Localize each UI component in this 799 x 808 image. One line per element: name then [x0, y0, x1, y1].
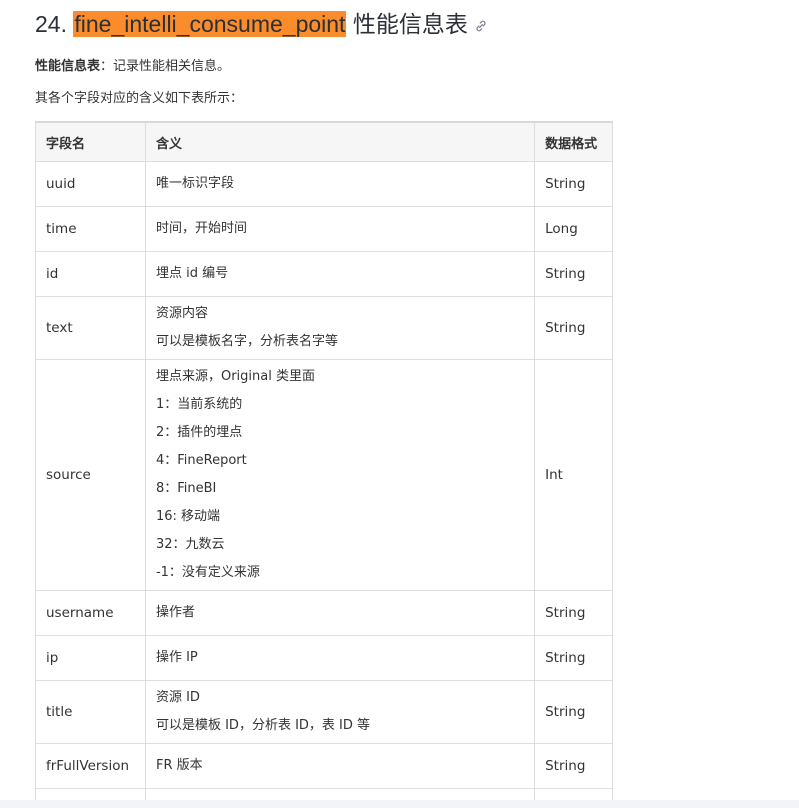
meaning-line: 1：当前系统的 — [155, 397, 243, 412]
meaning-line: 资源内容 — [155, 306, 208, 321]
meaning-line: 埋点来源，Original 类里面 — [155, 369, 315, 384]
field-name-cell: id — [35, 251, 146, 297]
table-row: uuid 唯一标识字段 String — [35, 161, 613, 207]
field-name-cell: title — [35, 680, 146, 744]
data-format-cell: String — [534, 296, 613, 360]
field-name-cell: uuid — [35, 161, 146, 207]
field-name-cell: ip — [35, 635, 146, 681]
meaning-line: 埋点 id 编号 — [155, 266, 229, 281]
data-format-cell: String — [534, 743, 613, 789]
fields-table: 字段名 含义 数据格式 uuid 唯一标识字段 String time 时间，开始时间 L… — [35, 121, 613, 808]
data-format-cell: String — [534, 590, 613, 636]
intro-bold: 性能信息表 — [35, 59, 101, 74]
field-name-cell: username — [35, 590, 146, 636]
meaning-cell: 资源内容可以是模板名字，分析表名字等 — [144, 296, 536, 360]
table-name-highlight: fine_intelli_consume_point — [73, 11, 347, 37]
table-row: username 操作者 String — [35, 590, 613, 636]
meaning-line: 2：插件的埋点 — [155, 425, 243, 440]
meaning-line: 操作 IP — [155, 650, 198, 665]
meaning-line: 时间，开始时间 — [155, 221, 247, 236]
header-meaning: 含义 — [144, 121, 536, 162]
section-heading: 24. fine_intelli_consume_point 性能信息表 — [35, 8, 488, 40]
table-header-row: 字段名 含义 数据格式 — [35, 121, 613, 162]
table-row: frFullVersion FR 版本 String — [35, 743, 613, 789]
meaning-line: 唯一标识字段 — [155, 176, 234, 191]
data-format-cell: String — [534, 251, 613, 297]
meaning-line: 4：FineReport — [155, 453, 247, 468]
header-field-name: 字段名 — [35, 121, 146, 162]
meaning-line: -1：没有定义来源 — [155, 565, 260, 580]
meaning-cell: FR 版本 — [144, 743, 536, 789]
meaning-line: 可以是模板名字，分析表名字等 — [155, 334, 338, 349]
meaning-cell: 操作 IP — [144, 635, 536, 681]
table-row: id 埋点 id 编号 String — [35, 251, 613, 297]
data-format-cell: String — [534, 161, 613, 207]
meaning-line: 资源 ID — [155, 690, 200, 705]
bottom-scroll-strip — [0, 800, 799, 808]
meaning-cell: 操作者 — [144, 590, 536, 636]
meaning-line: 32：九数云 — [155, 537, 225, 552]
data-format-cell: Long — [534, 206, 613, 252]
meaning-line: 16: 移动端 — [155, 509, 221, 524]
table-row: source 埋点来源，Original 类里面 1：当前系统的 2：插件的埋点 4：F… — [35, 359, 613, 591]
table-intro: 其各个字段对应的含义如下表所示： — [35, 91, 244, 106]
header-data-format: 数据格式 — [534, 121, 613, 162]
table-row: text 资源内容 可以是模板名字，分析表名字等 String — [35, 296, 613, 360]
field-name-cell: source — [35, 359, 146, 591]
data-format-cell: String — [534, 635, 613, 681]
intro-paragraph: 性能信息表：记录性能相关信息。 — [35, 58, 230, 76]
intro-text: ：记录性能相关信息。 — [100, 59, 231, 74]
meaning-cell: 埋点 id 编号 — [144, 251, 536, 297]
field-name-cell: time — [35, 206, 146, 252]
data-format-cell: String — [534, 680, 613, 744]
data-format-cell: Int — [534, 359, 613, 591]
section-number: 24. — [35, 11, 67, 37]
link-icon[interactable] — [474, 19, 488, 33]
section-title: 性能信息表 — [352, 11, 468, 37]
meaning-cell: 时间，开始时间 — [144, 206, 536, 252]
table-row: ip 操作 IP String — [35, 635, 613, 681]
meaning-cell: 埋点来源，Original 类里面 1：当前系统的 2：插件的埋点 4：FineRep… — [144, 359, 536, 591]
meaning-line: 可以是模板 ID，分析表 ID，表 ID 等 — [155, 718, 371, 733]
meaning-line: 8：FineBI — [155, 481, 217, 496]
table-row: time 时间，开始时间 Long — [35, 206, 613, 252]
meaning-line: 操作者 — [155, 605, 195, 620]
table-row: title 资源 ID 可以是模板 ID，分析表 ID，表 ID 等 String — [35, 680, 613, 744]
field-name-cell: frFullVersion — [35, 743, 146, 789]
meaning-line: FR 版本 — [155, 758, 203, 773]
meaning-cell: 资源 ID 可以是模板 ID，分析表 ID，表 ID 等 — [144, 680, 536, 744]
field-name-cell: text — [35, 296, 146, 360]
meaning-cell: 唯一标识字段 — [144, 161, 536, 207]
